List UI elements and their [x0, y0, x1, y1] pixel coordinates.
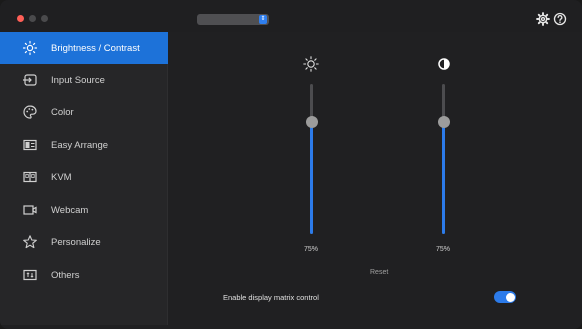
sidebar-item-label: Color	[51, 106, 74, 118]
sidebar-item-others[interactable]: Others	[0, 259, 168, 291]
sidebar-item-color[interactable]: Color	[0, 96, 168, 128]
sun-icon	[303, 56, 319, 72]
close-window-button[interactable]	[17, 15, 24, 22]
sidebar-item-kvm[interactable]: KVM	[0, 161, 168, 193]
sidebar-item-webcam[interactable]: Webcam	[0, 194, 168, 226]
others-icon	[23, 269, 37, 281]
matrix-control-label: Enable display matrix control	[223, 293, 319, 302]
input-source-icon	[23, 74, 37, 86]
sidebar-item-personalize[interactable]: Personalize	[0, 226, 168, 258]
minimize-window-button[interactable]	[29, 15, 36, 22]
contrast-slider-fill	[442, 121, 445, 234]
chevron-updown-icon: ⇕	[259, 15, 267, 24]
contrast-value: 75%	[436, 246, 451, 253]
brightness-value: 75%	[304, 246, 319, 253]
monitor-select[interactable]: ⇕	[197, 14, 269, 25]
matrix-control-toggle[interactable]	[494, 291, 516, 303]
sidebar-item-brightness-contrast[interactable]: Brightness / Contrast	[0, 32, 168, 64]
sidebar-item-label: Others	[51, 269, 80, 281]
zoom-window-button[interactable]	[41, 15, 48, 22]
star-icon	[23, 235, 37, 249]
title-bar: ⇕	[0, 0, 582, 32]
layout-icon	[23, 139, 37, 151]
palette-icon	[23, 105, 37, 119]
sidebar-item-label: KVM	[51, 171, 72, 183]
help-icon[interactable]	[553, 12, 567, 26]
sidebar: Brightness / Contrast Input Source Color	[0, 32, 168, 325]
brightness-slider-thumb[interactable]	[305, 115, 318, 128]
sidebar-item-label: Easy Arrange	[51, 139, 109, 151]
kvm-icon	[23, 171, 37, 183]
webcam-icon	[23, 205, 37, 215]
sidebar-item-label: Brightness / Contrast	[51, 42, 140, 54]
brightness-slider-fill	[310, 121, 313, 234]
sidebar-item-label: Personalize	[51, 236, 101, 248]
app-window: ⇕ Brightness / Contrast Input Source Col…	[0, 0, 582, 329]
sidebar-item-easy-arrange[interactable]: Easy Arrange	[0, 129, 168, 161]
sidebar-item-input-source[interactable]: Input Source	[0, 64, 168, 96]
reset-button[interactable]: Reset	[370, 269, 388, 276]
gear-icon[interactable]	[536, 12, 550, 26]
contrast-slider-thumb[interactable]	[437, 115, 450, 128]
contrast-icon	[438, 58, 450, 70]
contrast-slider[interactable]	[437, 84, 450, 234]
toggle-knob	[505, 292, 515, 302]
sidebar-item-label: Input Source	[51, 74, 105, 86]
brightness-icon	[22, 40, 38, 56]
brightness-slider[interactable]	[305, 84, 318, 234]
sidebar-item-label: Webcam	[51, 204, 89, 216]
main-panel: 75% 75% Reset Enable display matrix cont…	[169, 32, 582, 329]
